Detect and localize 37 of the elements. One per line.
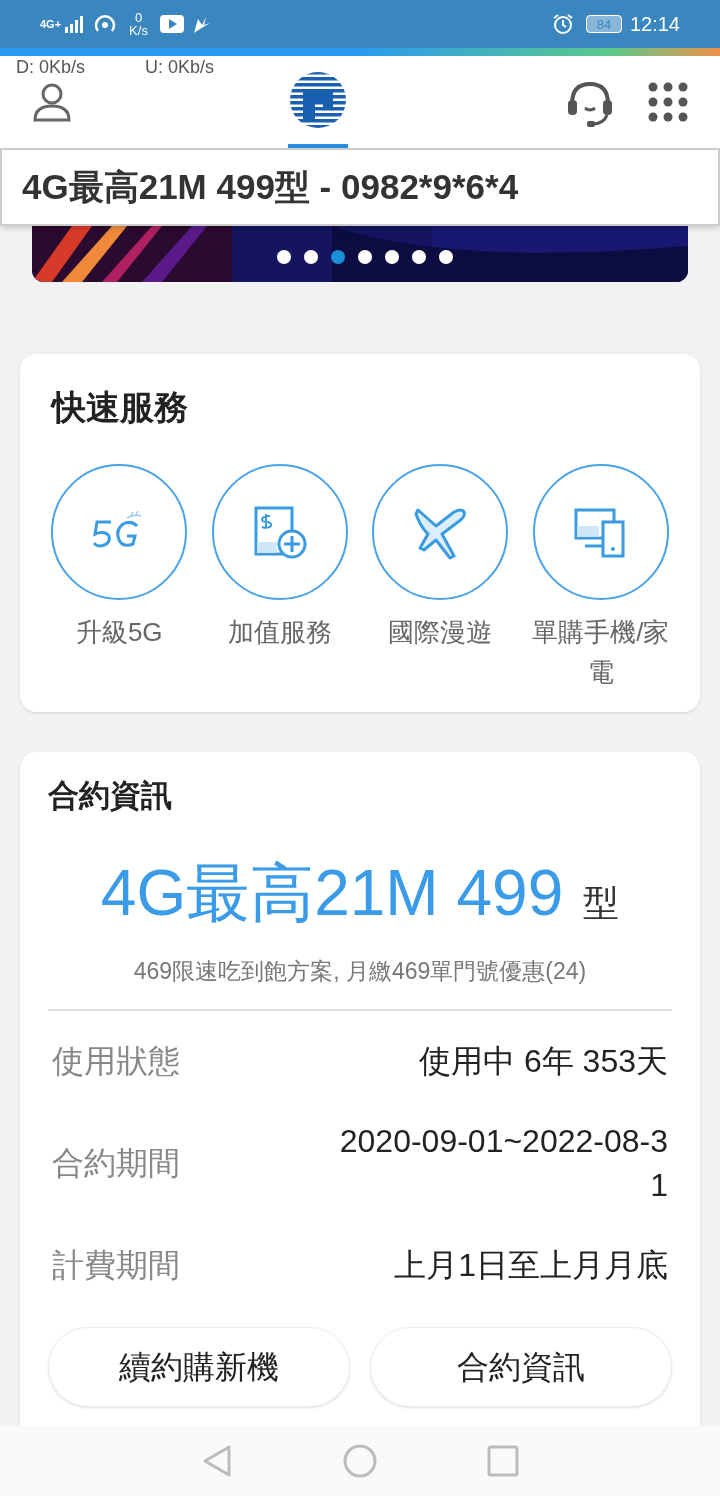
- speed-value: 0: [134, 11, 143, 24]
- service-button[interactable]: [51, 464, 188, 600]
- plan-suffix: 型: [583, 881, 620, 925]
- alarm-icon: [551, 13, 574, 35]
- service-button[interactable]: [372, 464, 509, 600]
- row-label: 計費期間: [52, 1245, 180, 1285]
- network-label: 4G+: [40, 16, 62, 32]
- video-icon: [159, 15, 184, 33]
- apps-grid-icon[interactable]: [648, 82, 688, 122]
- speed-unit: K/s: [129, 24, 148, 37]
- account-title: 4G最高21M 499型 - 0982*9*6*4: [22, 165, 519, 208]
- upload-speed: U: 0Kb/s: [145, 58, 215, 76]
- logo-icon: [289, 71, 347, 129]
- row-label: 使用狀態: [52, 1041, 180, 1081]
- row-label: 合約期間: [52, 1143, 180, 1183]
- pinwheel-icon: [191, 15, 210, 33]
- section-title: 快速服務: [52, 390, 189, 424]
- action-button[interactable]: 合約資訊: [370, 1326, 672, 1407]
- row-value: 使用中 6年 353天: [419, 1041, 668, 1081]
- service-label: 加值服務: [226, 616, 333, 649]
- signal-icon: [63, 15, 86, 33]
- service-button[interactable]: [532, 464, 669, 600]
- account-bar[interactable]: 4G最高21M 499型 - 0982*9*6*4: [0, 148, 720, 226]
- download-speed: D: 0Kb/s: [16, 58, 86, 76]
- battery-level: 84: [596, 17, 612, 31]
- service-label: 國際漫遊: [387, 616, 494, 649]
- service-label: 單購手機/家電: [531, 616, 671, 689]
- action-button[interactable]: 續約購新機: [48, 1326, 350, 1407]
- service-label: 升級5G: [74, 616, 164, 649]
- section-title: 合約資訊: [48, 780, 173, 811]
- account-icon[interactable]: [32, 82, 72, 122]
- row-value: 上月1日至上月月底: [394, 1245, 668, 1285]
- plan-description: 469限速吃到飽方案, 月繳469單門號優惠(24): [132, 957, 588, 986]
- clock: 12:14: [629, 12, 680, 37]
- row-value: 2020-09-01~2022-08-31: [338, 1121, 668, 1205]
- plan-name: 4G最高21M 499: [100, 861, 564, 925]
- service-button[interactable]: [211, 464, 348, 600]
